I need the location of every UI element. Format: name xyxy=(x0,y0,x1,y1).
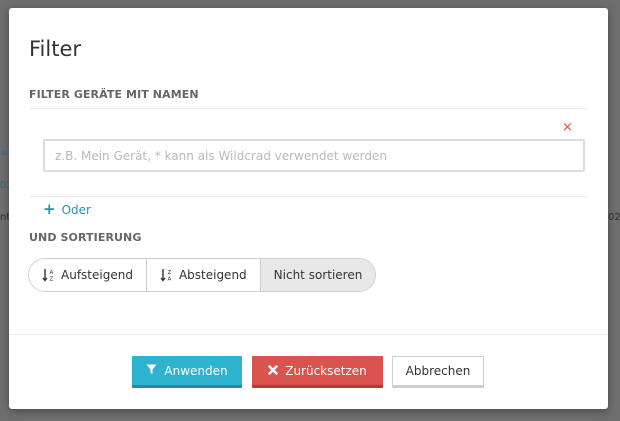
sort-section-label: UND SORTIERUNG xyxy=(29,231,142,244)
remove-condition-icon[interactable]: × xyxy=(562,120,573,135)
background-fragment: ≡ xyxy=(0,148,9,159)
dialog-title: Filter xyxy=(29,37,82,61)
sort-descending-button[interactable]: Z A Absteigend xyxy=(146,259,261,291)
sort-descending-icon: Z A xyxy=(160,268,174,282)
svg-text:A: A xyxy=(167,277,171,283)
sort-ascending-button[interactable]: A Z Aufsteigend xyxy=(29,259,147,291)
apply-button[interactable]: Anwenden xyxy=(132,356,242,388)
cancel-button-label: Abbrechen xyxy=(405,364,471,378)
no-sort-button[interactable]: Nicht sortieren xyxy=(260,259,376,291)
svg-text:Z: Z xyxy=(167,270,171,276)
divider xyxy=(29,108,588,109)
sort-ascending-icon: A Z xyxy=(42,268,56,282)
sort-toggle-group: A Z Aufsteigend Z A Absteigend Nicht sor… xyxy=(28,258,377,292)
filter-icon xyxy=(146,364,157,378)
svg-text:Z: Z xyxy=(50,277,54,283)
background-fragment: 02 xyxy=(608,212,620,223)
apply-button-label: Anwenden xyxy=(164,363,228,378)
name-filter-input[interactable] xyxy=(43,139,585,172)
add-or-condition-link[interactable]: + Oder xyxy=(43,202,91,217)
sort-ascending-label: Aufsteigend xyxy=(61,268,133,282)
cancel-button[interactable]: Abbrechen xyxy=(392,356,484,388)
no-sort-label: Nicht sortieren xyxy=(273,268,363,282)
footer-divider xyxy=(9,334,608,335)
reset-button[interactable]: Zurücksetzen xyxy=(252,356,383,388)
reset-button-label: Zurücksetzen xyxy=(285,363,367,378)
divider xyxy=(29,196,588,197)
sort-descending-label: Absteigend xyxy=(178,268,247,282)
close-icon xyxy=(268,364,278,378)
plus-icon: + xyxy=(43,200,56,218)
name-filter-label: FILTER GERÄTE MIT NAMEN xyxy=(29,88,199,101)
or-link-label: Oder xyxy=(61,202,91,217)
svg-text:A: A xyxy=(50,270,54,276)
filter-dialog: Filter FILTER GERÄTE MIT NAMEN × + Oder … xyxy=(9,8,608,409)
